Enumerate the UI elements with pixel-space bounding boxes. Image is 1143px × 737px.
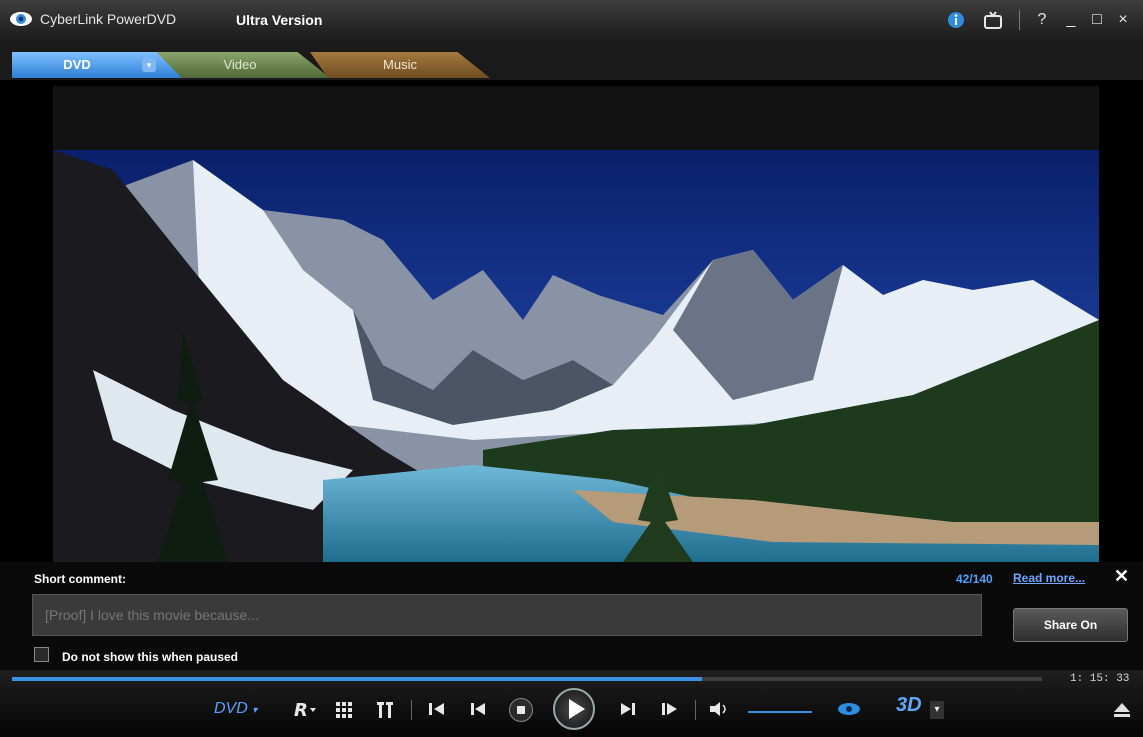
previous-chapter-icon[interactable]: [467, 696, 489, 722]
video-letterbox: [53, 86, 1099, 150]
tab-video-label: Video: [223, 57, 257, 72]
controls-separator: [411, 700, 412, 720]
tv-mode-icon[interactable]: [982, 8, 1004, 32]
comment-input[interactable]: [32, 594, 982, 636]
media-tabs: Music Video DVD ▾: [0, 40, 1143, 120]
close-comment-icon[interactable]: ✕: [1114, 566, 1129, 587]
trueview-eye-icon[interactable]: [836, 696, 862, 722]
do-not-show-label: Do not show this when paused: [62, 650, 239, 664]
controls-separator: [695, 700, 696, 720]
volume-slider[interactable]: [748, 711, 812, 713]
chapters-grid-icon[interactable]: [334, 696, 354, 722]
character-counter: 42/140: [956, 572, 993, 586]
minimize-icon[interactable]: _: [1063, 8, 1079, 32]
do-not-show-checkbox[interactable]: [34, 647, 49, 662]
step-forward-icon[interactable]: [658, 696, 680, 722]
seek-bar-progress: [12, 677, 703, 681]
timecode: 1: 15: 33: [1070, 673, 1130, 685]
app-title: CyberLink PowerDVD: [40, 11, 177, 27]
bookmark-icon[interactable]: R: [292, 696, 318, 722]
edition-label: Ultra Version: [236, 12, 323, 28]
seek-bar[interactable]: [12, 677, 1042, 681]
stop-icon: [517, 706, 525, 714]
stop-button[interactable]: [509, 698, 533, 722]
source-dvd-label: DVD: [214, 700, 248, 717]
source-dropdown-caret: ▾: [252, 705, 258, 716]
short-comment-label: Short comment:: [34, 572, 127, 586]
3d-icon[interactable]: 3D: [896, 694, 922, 717]
next-chapter-icon[interactable]: [617, 696, 639, 722]
maximize-icon[interactable]: □: [1089, 8, 1105, 32]
read-more-link[interactable]: Read more...: [1013, 571, 1085, 585]
help-icon[interactable]: ?: [1034, 8, 1050, 32]
title-bar: CyberLink PowerDVD Ultra Version ? _ □ ×: [0, 0, 1143, 40]
eject-icon[interactable]: [1112, 700, 1132, 720]
dvd-tab-dropdown[interactable]: ▾: [142, 58, 156, 72]
play-button[interactable]: [553, 688, 595, 730]
title-separator: [1019, 10, 1020, 30]
play-icon: [569, 699, 585, 719]
info-icon[interactable]: [946, 8, 966, 32]
source-dvd-button[interactable]: DVD ▾: [214, 696, 257, 722]
tab-dvd-label: DVD: [63, 57, 91, 72]
powerdvd-window: CyberLink PowerDVD Ultra Version ? _ □ ×…: [0, 0, 1143, 737]
tab-music-label: Music: [383, 57, 417, 72]
close-icon[interactable]: ×: [1115, 8, 1131, 32]
tab-dvd[interactable]: DVD: [12, 52, 182, 78]
step-back-icon[interactable]: [426, 696, 448, 722]
video-frame: [53, 150, 1099, 562]
svg-text:R: R: [294, 700, 308, 721]
share-on-button[interactable]: Share On: [1013, 608, 1128, 642]
volume-icon[interactable]: [707, 696, 733, 722]
tab-music[interactable]: Music: [310, 52, 490, 78]
3d-dropdown-caret[interactable]: ▾: [930, 701, 944, 719]
eye-logo-icon: [10, 12, 32, 26]
subtitles-icon[interactable]: [375, 696, 395, 722]
